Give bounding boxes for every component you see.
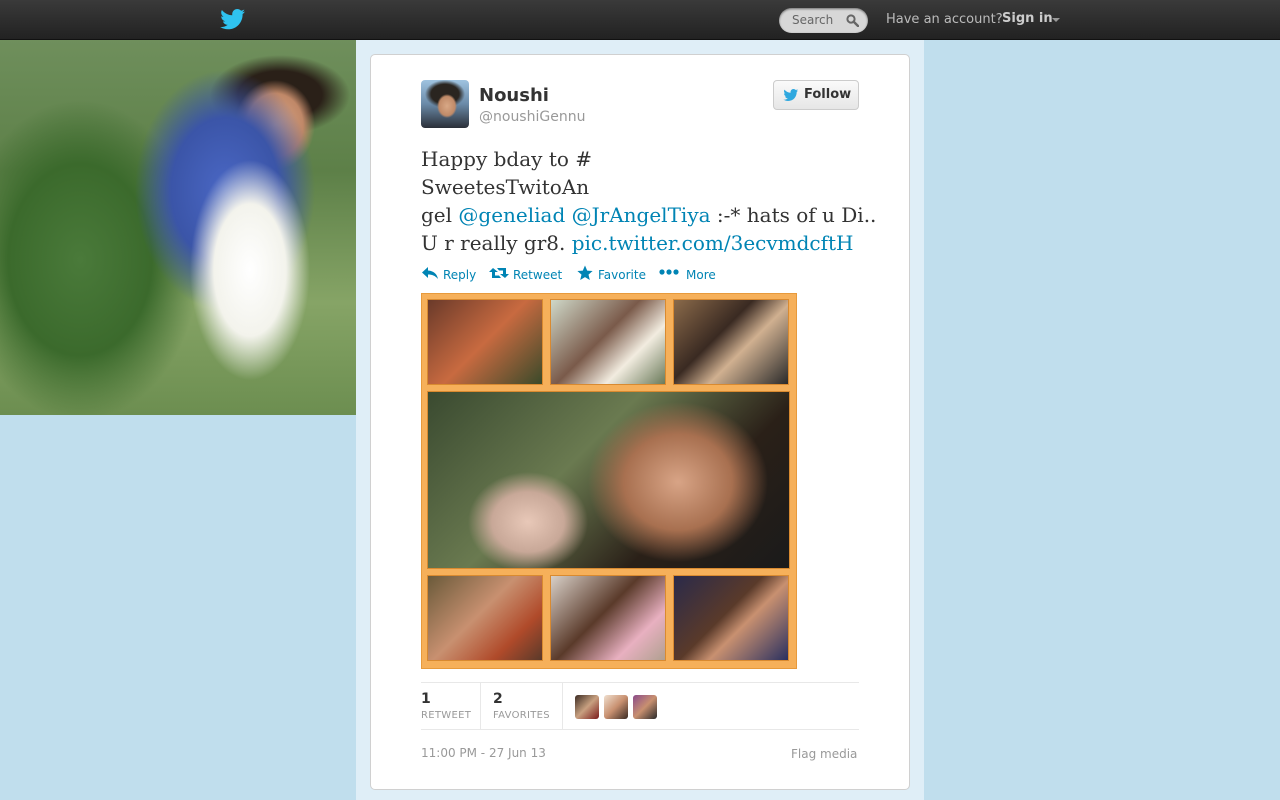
tweet-line: gel @geneliad @JrAngelTiya :-* hats of u… (421, 201, 876, 229)
collage-tile (427, 299, 543, 385)
collage-tile (427, 575, 543, 661)
collage-main-tile (427, 391, 790, 569)
follow-button[interactable]: Follow (773, 80, 859, 110)
follow-label: Follow (804, 87, 852, 102)
author-name[interactable]: Noushi (479, 85, 549, 106)
star-icon (577, 265, 593, 280)
collage-tile (550, 575, 666, 661)
tweet-text-segment: :-* hats of u Di.. (710, 203, 877, 227)
favorites-stat-label: FAVORITES (493, 710, 550, 721)
twitter-bird-icon (783, 89, 799, 101)
mention-link[interactable]: @JrAngelTiya (572, 203, 711, 227)
more-dots-icon (659, 269, 679, 275)
tweet-text-segment: gel (421, 203, 459, 227)
stats-divider (562, 683, 563, 730)
search-input[interactable]: Search (779, 8, 868, 33)
retweet-stat-label: RETWEET (421, 710, 472, 721)
mention-link[interactable]: @geneliad (458, 203, 565, 227)
caret-down-icon[interactable] (1052, 18, 1060, 22)
tweet-timestamp[interactable]: 11:00 PM - 27 Jun 13 (421, 746, 546, 760)
favorite-label: Favorite (598, 268, 646, 282)
retweet-count: 1 (421, 691, 431, 707)
collage-tile (550, 299, 666, 385)
tweet-line: Happy bday to # (421, 147, 593, 171)
twitter-bird-icon[interactable] (220, 9, 246, 31)
tweet-text-segment: U r really gr8. (421, 231, 572, 255)
more-label: More (686, 268, 716, 282)
collage-tile (673, 575, 789, 661)
stats-divider (480, 683, 481, 730)
retweet-label: Retweet (513, 268, 563, 282)
tweet-line: SweetesTwitoAn (421, 175, 590, 199)
favorites-count: 2 (493, 691, 503, 707)
retweet-icon (489, 268, 509, 278)
collage-tile (673, 299, 789, 385)
sign-in-link[interactable]: Sign in (1002, 11, 1053, 26)
tweet-card: Noushi @noushiGennu Follow Happy bday to… (370, 54, 910, 790)
tweet-text: Happy bday to # SweetesTwitoAn gel @gene… (421, 145, 876, 257)
author-handle[interactable]: @noushiGennu (479, 109, 585, 125)
favoriter-avatar[interactable] (604, 695, 628, 719)
search-placeholder: Search (792, 13, 834, 27)
flag-media-link[interactable]: Flag media (791, 747, 857, 761)
top-navigation-bar: Search Have an account? Sign in (0, 0, 1280, 40)
search-icon[interactable] (846, 14, 859, 27)
account-prompt: Have an account? (886, 12, 1003, 27)
tweet-stats: 1 RETWEET 2 FAVORITES (421, 682, 859, 730)
favoriter-avatar[interactable] (633, 695, 657, 719)
reply-icon (422, 267, 438, 279)
avatar[interactable] (421, 80, 469, 128)
tweet-line: U r really gr8. pic.twitter.com/3ecvmdcf… (421, 229, 866, 257)
media-link[interactable]: pic.twitter.com/3ecvmdcftH (572, 231, 854, 255)
favoriter-avatar[interactable] (575, 695, 599, 719)
tweet-media-image[interactable] (421, 293, 797, 669)
reply-label: Reply (443, 268, 477, 282)
